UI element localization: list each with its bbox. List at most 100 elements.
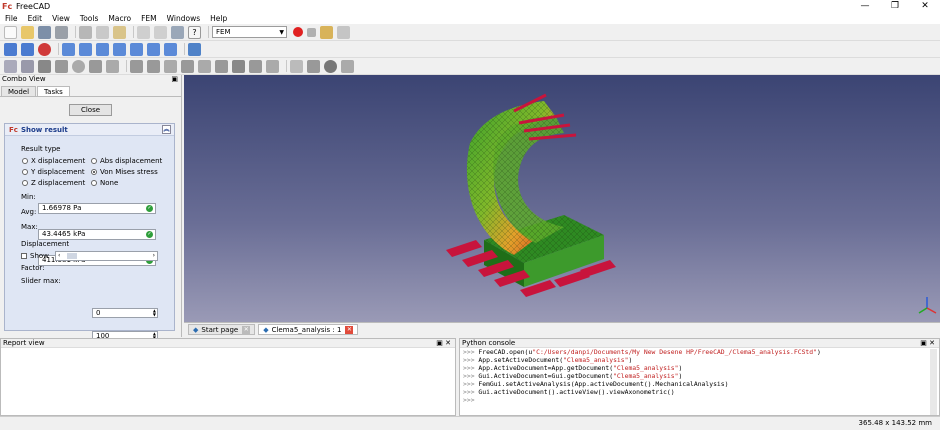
- show-checkbox[interactable]: Show: [21, 252, 49, 260]
- python-console[interactable]: Python console ▣ ✕ >>> FreeCAD.open(u"C:…: [459, 338, 940, 416]
- heatflux-constraint-icon[interactable]: [266, 59, 279, 73]
- min-value: 1.66978 Pa: [42, 204, 82, 212]
- rear-view-icon[interactable]: [130, 42, 143, 56]
- show-result-icon[interactable]: [324, 59, 337, 73]
- refresh-icon[interactable]: [171, 25, 184, 39]
- option-label: Von Mises stress: [100, 168, 158, 176]
- record-macro-icon[interactable]: [293, 27, 303, 37]
- measure-distance-icon[interactable]: [188, 42, 201, 56]
- chevron-right-icon[interactable]: ›: [153, 252, 155, 259]
- separator: [133, 26, 134, 38]
- displacement-slider[interactable]: ‹ ›: [55, 251, 158, 261]
- menu-tools[interactable]: Tools: [75, 14, 103, 23]
- print-icon[interactable]: [55, 25, 68, 39]
- option-label: None: [100, 179, 119, 187]
- top-view-icon[interactable]: [96, 42, 109, 56]
- mesh-region-icon[interactable]: [106, 59, 119, 73]
- undock-icon[interactable]: ▣: [171, 75, 178, 85]
- radio-x-displacement[interactable]: X displacement: [22, 157, 85, 165]
- menu-help[interactable]: Help: [205, 14, 232, 23]
- beam-icon[interactable]: [89, 59, 102, 73]
- macros-icon[interactable]: [320, 25, 333, 39]
- undock-icon[interactable]: ▣ ✕: [436, 339, 451, 347]
- solver-icon[interactable]: [21, 59, 34, 73]
- open-file-icon[interactable]: [21, 25, 34, 39]
- close-button[interactable]: Close: [69, 104, 112, 116]
- min-field[interactable]: 1.66978 Pa ✓: [38, 203, 156, 214]
- front-view-icon[interactable]: [79, 42, 92, 56]
- displacement-constraint-icon[interactable]: [215, 59, 228, 73]
- combo-view-header: Combo View ▣: [0, 75, 181, 85]
- 3d-viewport[interactable]: [184, 75, 940, 322]
- menu-fem[interactable]: FEM: [136, 14, 162, 23]
- close-icon[interactable]: ✕: [345, 325, 354, 334]
- temperature-constraint-icon[interactable]: [249, 59, 262, 73]
- tab-clema5-analysis[interactable]: ◆ Clema5_analysis : 1 ✕: [258, 324, 359, 335]
- axonometric-view-icon[interactable]: [62, 42, 75, 56]
- close-window-button[interactable]: ✕: [910, 0, 940, 13]
- spin-arrows-icon[interactable]: ▲▼: [153, 309, 156, 317]
- tab-tasks[interactable]: Tasks: [37, 86, 70, 96]
- close-icon[interactable]: ✕: [242, 325, 251, 334]
- minimize-button[interactable]: —: [850, 0, 880, 13]
- paste-icon[interactable]: [113, 25, 126, 39]
- valid-check-icon: ✓: [146, 205, 153, 212]
- freecad-logo-icon: Fc: [9, 125, 18, 134]
- avg-field[interactable]: 43.4465 kPa ✓: [38, 229, 156, 240]
- draw-style-icon[interactable]: [38, 42, 51, 56]
- undo-icon[interactable]: [137, 25, 150, 39]
- menu-windows[interactable]: Windows: [162, 14, 205, 23]
- fit-selection-icon[interactable]: [21, 42, 34, 56]
- material-icon[interactable]: [38, 59, 51, 73]
- panel-header: Fc Show result ︽: [5, 124, 174, 136]
- right-view-icon[interactable]: [113, 42, 126, 56]
- console-scrollbar[interactable]: [930, 349, 937, 415]
- execute-macro-icon[interactable]: [337, 25, 350, 39]
- new-file-icon[interactable]: [4, 25, 17, 39]
- radio-none[interactable]: None: [91, 179, 118, 187]
- bearing-constraint-icon[interactable]: [164, 59, 177, 73]
- pressure-constraint-icon[interactable]: [232, 59, 245, 73]
- radio-icon: [91, 169, 97, 175]
- redo-icon[interactable]: [154, 25, 167, 39]
- copy-icon[interactable]: [96, 25, 109, 39]
- collapse-icon[interactable]: ︽: [162, 125, 171, 134]
- shell-icon[interactable]: [72, 59, 85, 73]
- fixed-constraint-icon[interactable]: [130, 59, 143, 73]
- left-view-icon[interactable]: [164, 42, 177, 56]
- radio-z-displacement[interactable]: Z displacement: [22, 179, 85, 187]
- factor-spinbox[interactable]: 0 ▲ ▼: [92, 308, 158, 318]
- max-label: Max:: [21, 223, 38, 231]
- menu-file[interactable]: File: [0, 14, 23, 23]
- bottom-view-icon[interactable]: [147, 42, 160, 56]
- undock-icon[interactable]: ▣ ✕: [920, 339, 935, 347]
- chevron-left-icon[interactable]: ‹: [58, 252, 60, 259]
- radio-abs-displacement[interactable]: Abs displacement: [91, 157, 162, 165]
- console-line: >>> Gui.ActiveDocument=Gui.getDocument("…: [460, 372, 939, 380]
- menu-edit[interactable]: Edit: [23, 14, 48, 23]
- separator: [184, 43, 185, 55]
- restore-button[interactable]: ❐: [880, 0, 910, 13]
- fit-all-icon[interactable]: [4, 42, 17, 56]
- gear-constraint-icon[interactable]: [181, 59, 194, 73]
- run-solver-icon[interactable]: [307, 59, 320, 73]
- analysis-icon[interactable]: [4, 59, 17, 73]
- workbench-selector[interactable]: FEM ▼: [212, 26, 287, 38]
- whats-this-icon[interactable]: ?: [188, 25, 201, 39]
- save-icon[interactable]: [38, 25, 51, 39]
- tab-model[interactable]: Model: [1, 86, 37, 96]
- radio-von-mises-stress[interactable]: Von Mises stress: [91, 168, 158, 176]
- freecad-logo-icon: Fc: [2, 1, 13, 11]
- tab-start-page[interactable]: ◆ Start page ✕: [188, 324, 256, 335]
- force-constraint-icon[interactable]: [147, 59, 160, 73]
- pulley-constraint-icon[interactable]: [198, 59, 211, 73]
- cut-icon[interactable]: [79, 25, 92, 39]
- solver-control-icon[interactable]: [290, 59, 303, 73]
- purge-results-icon[interactable]: [341, 59, 354, 73]
- menu-view[interactable]: View: [47, 14, 75, 23]
- radio-y-displacement[interactable]: Y displacement: [22, 168, 85, 176]
- stop-macro-icon[interactable]: [307, 27, 316, 37]
- mesh-icon[interactable]: [55, 59, 68, 73]
- slider-thumb[interactable]: [67, 253, 77, 259]
- menu-macro[interactable]: Macro: [103, 14, 136, 23]
